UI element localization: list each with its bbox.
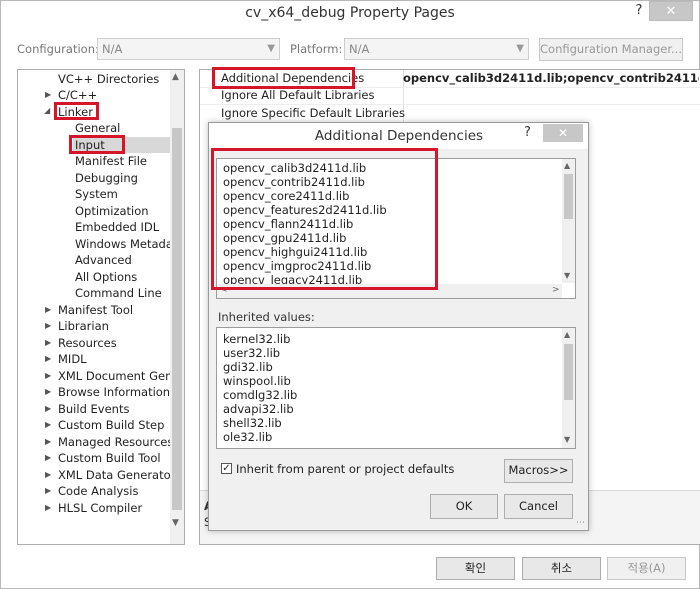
- highlight-input: [69, 135, 125, 154]
- configuration-label: Configuration:: [17, 42, 99, 56]
- tree-item-manifest-file[interactable]: Manifest File: [75, 153, 147, 169]
- highlight-additional-dependencies: [212, 67, 355, 89]
- list-item: user32.lib: [223, 346, 281, 360]
- scroll-up-icon[interactable]: ▲: [564, 161, 570, 170]
- tree-item-windows-metadata[interactable]: Windows Metadata: [75, 236, 184, 252]
- expand-icon[interactable]: ▶: [45, 486, 51, 495]
- list-item: comdlg32.lib: [223, 388, 298, 402]
- configuration-value: N/A: [102, 42, 123, 56]
- tree-item-embedded-idl[interactable]: Embedded IDL: [75, 219, 159, 235]
- list-item: advapi32.lib: [223, 402, 294, 416]
- tree-item-code-analysis[interactable]: Code Analysis: [58, 483, 138, 499]
- tree-item-hlsl-compiler[interactable]: HLSL Compiler: [58, 500, 142, 516]
- additional-dependencies-value[interactable]: opencv_calib3d2411d.lib;opencv_contrib24…: [403, 70, 699, 86]
- platform-dropdown[interactable]: N/A ▼: [344, 38, 529, 60]
- inherited-vscrollbar[interactable]: ▲ ▼: [562, 328, 575, 448]
- tree-item-managed-resources[interactable]: Managed Resources: [58, 434, 173, 450]
- scroll-down-icon[interactable]: ▼: [172, 518, 179, 528]
- scroll-up-icon[interactable]: ▲: [564, 330, 570, 339]
- scroll-up-icon[interactable]: ▲: [172, 72, 179, 82]
- chevron-down-icon: ▼: [516, 43, 524, 54]
- window-title: cv_x64_debug Property Pages: [245, 5, 455, 21]
- tree-scrollbar[interactable]: ▲ ▼: [170, 70, 184, 544]
- property-ignore-all-default-libraries[interactable]: Ignore All Default Libraries: [221, 87, 374, 103]
- list-item: kernel32.lib: [223, 332, 291, 346]
- tree-item-c-cpp[interactable]: C/C++: [58, 87, 97, 103]
- dialog-ok-button[interactable]: OK: [430, 494, 498, 519]
- dialog-close-icon[interactable]: ✕: [543, 124, 583, 142]
- expand-icon[interactable]: ▶: [45, 387, 51, 396]
- dialog-cancel-button[interactable]: Cancel: [504, 494, 573, 519]
- expand-icon[interactable]: ▶: [45, 503, 51, 512]
- collapse-icon[interactable]: ◢: [44, 106, 50, 115]
- cancel-button[interactable]: 취소: [522, 557, 601, 580]
- platform-label: Platform:: [290, 42, 343, 56]
- tree-item-general[interactable]: General: [75, 120, 120, 136]
- configuration-manager-button[interactable]: Configuration Manager...: [539, 38, 683, 61]
- dialog-title: Additional Dependencies: [314, 128, 484, 144]
- tree-item-manifest-tool[interactable]: Manifest Tool: [58, 302, 133, 318]
- property-pages-window: cv_x64_debug Property Pages ? ✕ Configur…: [0, 0, 700, 589]
- inherit-checkbox[interactable]: ✓: [221, 463, 232, 474]
- expand-icon[interactable]: ▶: [45, 453, 51, 462]
- inherited-scroll-thumb[interactable]: [564, 344, 573, 400]
- list-item: ole32.lib: [223, 430, 273, 444]
- dialog-title-bar: Additional Dependencies ? ✕: [209, 123, 588, 149]
- resize-grip-icon[interactable]: ⋯: [576, 518, 585, 528]
- chevron-down-icon: ▼: [267, 43, 275, 54]
- expand-icon[interactable]: ▶: [45, 305, 51, 314]
- tree-item-custom-build-step[interactable]: Custom Build Step: [58, 417, 164, 433]
- tree-item-browse-information[interactable]: Browse Information: [58, 384, 170, 400]
- expand-icon[interactable]: ▶: [45, 354, 51, 363]
- tree-item-midl[interactable]: MIDL: [58, 351, 87, 367]
- apply-button[interactable]: 적용(A): [607, 557, 686, 580]
- inherited-values-label: Inherited values:: [218, 310, 315, 324]
- expand-icon[interactable]: ▶: [45, 437, 51, 446]
- title-bar: cv_x64_debug Property Pages ? ✕: [1, 1, 699, 29]
- tree-item-advanced[interactable]: Advanced: [75, 252, 132, 268]
- tree-item-build-events[interactable]: Build Events: [58, 401, 129, 417]
- macros-button[interactable]: Macros>>: [504, 459, 573, 483]
- help-icon[interactable]: ?: [631, 1, 647, 21]
- inherited-values-list[interactable]: kernel32.lib user32.lib gdi32.lib winspo…: [216, 327, 576, 449]
- tree-item-command-line[interactable]: Command Line: [75, 285, 162, 301]
- scroll-down-icon[interactable]: ▼: [564, 435, 570, 444]
- dialog-help-icon[interactable]: ?: [524, 125, 531, 140]
- list-item: shell32.lib: [223, 416, 282, 430]
- expand-icon[interactable]: ▶: [45, 321, 51, 330]
- expand-icon[interactable]: ▶: [45, 90, 51, 99]
- tree-item-debugging[interactable]: Debugging: [75, 170, 138, 186]
- platform-value: N/A: [349, 42, 370, 56]
- configuration-dropdown[interactable]: N/A ▼: [97, 38, 280, 60]
- highlight-linker: [54, 102, 99, 120]
- dependencies-scroll-thumb[interactable]: [564, 174, 573, 219]
- close-icon[interactable]: ✕: [649, 1, 693, 21]
- tree-item-optimization[interactable]: Optimization: [75, 203, 149, 219]
- tree-item-custom-build-tool[interactable]: Custom Build Tool: [58, 450, 161, 466]
- highlight-dependencies-list: [211, 148, 438, 290]
- expand-icon[interactable]: ▶: [45, 470, 51, 479]
- tree-item-xml-data-generator[interactable]: XML Data Generator To: [58, 467, 184, 483]
- expand-icon[interactable]: ▶: [45, 404, 51, 413]
- scroll-right-icon[interactable]: >: [552, 285, 560, 295]
- tree-scrollbar-thumb[interactable]: [172, 128, 182, 510]
- tree-item-librarian[interactable]: Librarian: [58, 318, 109, 334]
- tree-item-vc-directories[interactable]: VC++ Directories: [58, 71, 159, 87]
- expand-icon[interactable]: ▶: [45, 338, 51, 347]
- scroll-down-icon[interactable]: ▼: [564, 271, 570, 280]
- expand-icon[interactable]: ▶: [45, 420, 51, 429]
- tree-item-all-options[interactable]: All Options: [75, 269, 137, 285]
- tree-item-system[interactable]: System: [75, 186, 118, 202]
- inherit-checkbox-label[interactable]: Inherit from parent or project defaults: [236, 462, 454, 476]
- list-item: winspool.lib: [223, 374, 291, 388]
- list-item: gdi32.lib: [223, 360, 273, 374]
- ok-button[interactable]: 확인: [436, 557, 515, 580]
- dependencies-vscrollbar[interactable]: ▲ ▼: [562, 159, 575, 283]
- tree-item-resources[interactable]: Resources: [58, 335, 117, 351]
- tree-item-xml-document[interactable]: XML Document Genera: [58, 368, 184, 384]
- expand-icon[interactable]: ▶: [45, 371, 51, 380]
- property-ignore-specific-default-libraries[interactable]: Ignore Specific Default Libraries: [221, 105, 405, 121]
